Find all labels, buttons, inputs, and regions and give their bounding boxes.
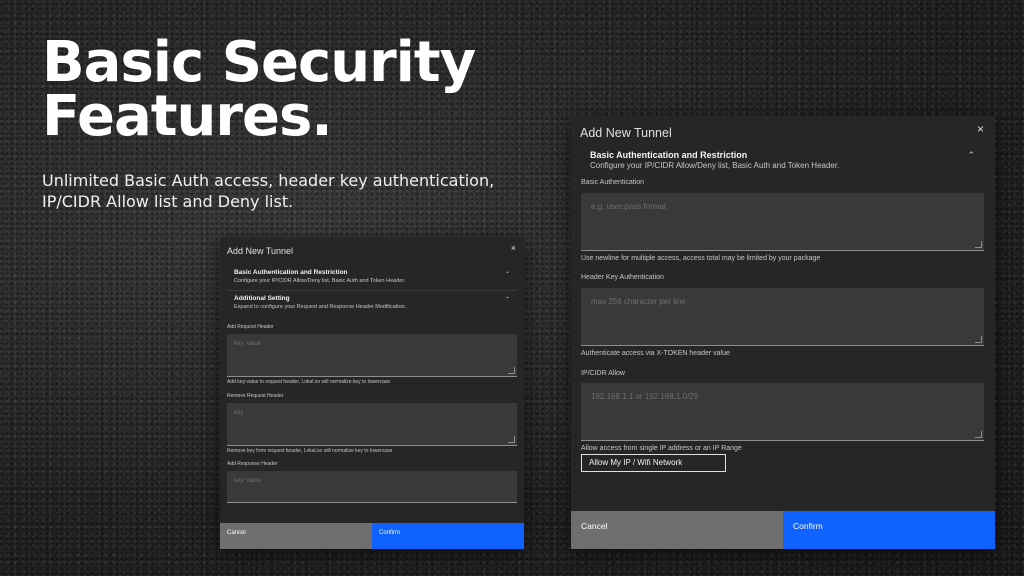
resize-handle-icon[interactable] xyxy=(975,431,982,438)
chevron-up-icon[interactable]: ⌃ xyxy=(967,150,975,161)
basic-auth-label: Basic Authentication xyxy=(581,179,645,186)
input-placeholder: 192.168.1.1 or 192.168.1.0/29 xyxy=(591,392,699,401)
input-placeholder: e.g. user:pass format xyxy=(591,202,667,211)
cancel-button[interactable]: Cancel xyxy=(220,523,372,549)
accordion-additional-setting[interactable]: Additional Setting Expand to configure y… xyxy=(234,295,406,310)
add-tunnel-modal-large: Add New Tunnel × Basic Authentication an… xyxy=(571,116,995,549)
add-tunnel-modal-small: Add New Tunnel × Basic Authentication an… xyxy=(220,238,524,549)
resize-handle-icon[interactable] xyxy=(975,241,982,248)
accordion-description: Configure your IP/CIDR Allow/Deny list, … xyxy=(590,161,840,170)
accordion-heading: Basic Authentication and Restriction xyxy=(234,269,348,276)
input-placeholder: max 256 character per line xyxy=(591,297,686,306)
remove-request-header-label: Remove Request Header xyxy=(227,393,284,399)
ip-allow-input[interactable]: 192.168.1.1 or 192.168.1.0/29 xyxy=(581,383,984,441)
ip-allow-label: IP/CIDR Allow xyxy=(581,370,625,377)
basic-auth-input[interactable]: e.g. user:pass format xyxy=(581,193,984,251)
header-key-helper: Authenticate access via X-TOKEN header v… xyxy=(581,350,730,357)
hero-title: Basic Security Features. xyxy=(42,35,476,145)
input-placeholder: key: value xyxy=(234,478,262,484)
remove-request-header-helper: Remove key from request header, Lokal.so… xyxy=(227,448,393,454)
accordion-heading: Additional Setting xyxy=(234,295,290,302)
remove-request-header-input[interactable]: key xyxy=(227,403,517,446)
ip-allow-helper: Allow access from single IP address or a… xyxy=(581,445,742,452)
add-request-header-helper: Add key:value to request header, Lokal.s… xyxy=(227,379,391,385)
add-request-header-label: Add Request Header xyxy=(227,324,274,330)
hero-subtitle: Unlimited Basic Auth access, header key … xyxy=(42,171,495,211)
confirm-button[interactable]: Confirm xyxy=(783,511,995,549)
accordion-heading: Basic Authentication and Restriction xyxy=(590,150,748,160)
cancel-button[interactable]: Cancel xyxy=(571,511,783,549)
close-icon[interactable]: × xyxy=(977,122,984,136)
basic-auth-helper: Use newline for multiple access, access … xyxy=(581,255,821,262)
modal-title: Add New Tunnel xyxy=(227,246,294,256)
accordion-description: Configure your IP/CIDR Allow/Deny list, … xyxy=(234,278,406,284)
allow-my-ip-button[interactable]: Allow My IP / Wifi Network xyxy=(581,454,726,472)
hero-title-line2: Features. xyxy=(42,84,333,149)
modal-title: Add New Tunnel xyxy=(580,126,672,140)
add-response-header-label: Add Response Header xyxy=(227,461,278,467)
accordion-basic-auth[interactable]: Basic Authentication and Restriction Con… xyxy=(234,269,405,284)
chevron-down-icon[interactable]: ⌄ xyxy=(505,268,510,275)
resize-handle-icon[interactable] xyxy=(975,336,982,343)
header-key-input[interactable]: max 256 character per line xyxy=(581,288,984,346)
close-icon[interactable]: × xyxy=(511,243,516,253)
accordion-description: Expand to configure your Request and Res… xyxy=(234,304,407,310)
input-placeholder: key: value xyxy=(234,341,262,347)
divider xyxy=(227,290,517,291)
confirm-button[interactable]: Confirm xyxy=(372,523,524,549)
chevron-up-icon[interactable]: ⌃ xyxy=(505,296,510,303)
add-request-header-input[interactable]: key: value xyxy=(227,334,517,377)
resize-handle-icon[interactable] xyxy=(508,436,515,443)
input-placeholder: key xyxy=(234,410,244,416)
resize-handle-icon[interactable] xyxy=(508,367,515,374)
header-key-label: Header Key Authentication xyxy=(581,274,664,281)
add-response-header-input[interactable]: key: value xyxy=(227,471,517,503)
accordion-basic-auth[interactable]: Basic Authentication and Restriction Con… xyxy=(590,150,839,170)
